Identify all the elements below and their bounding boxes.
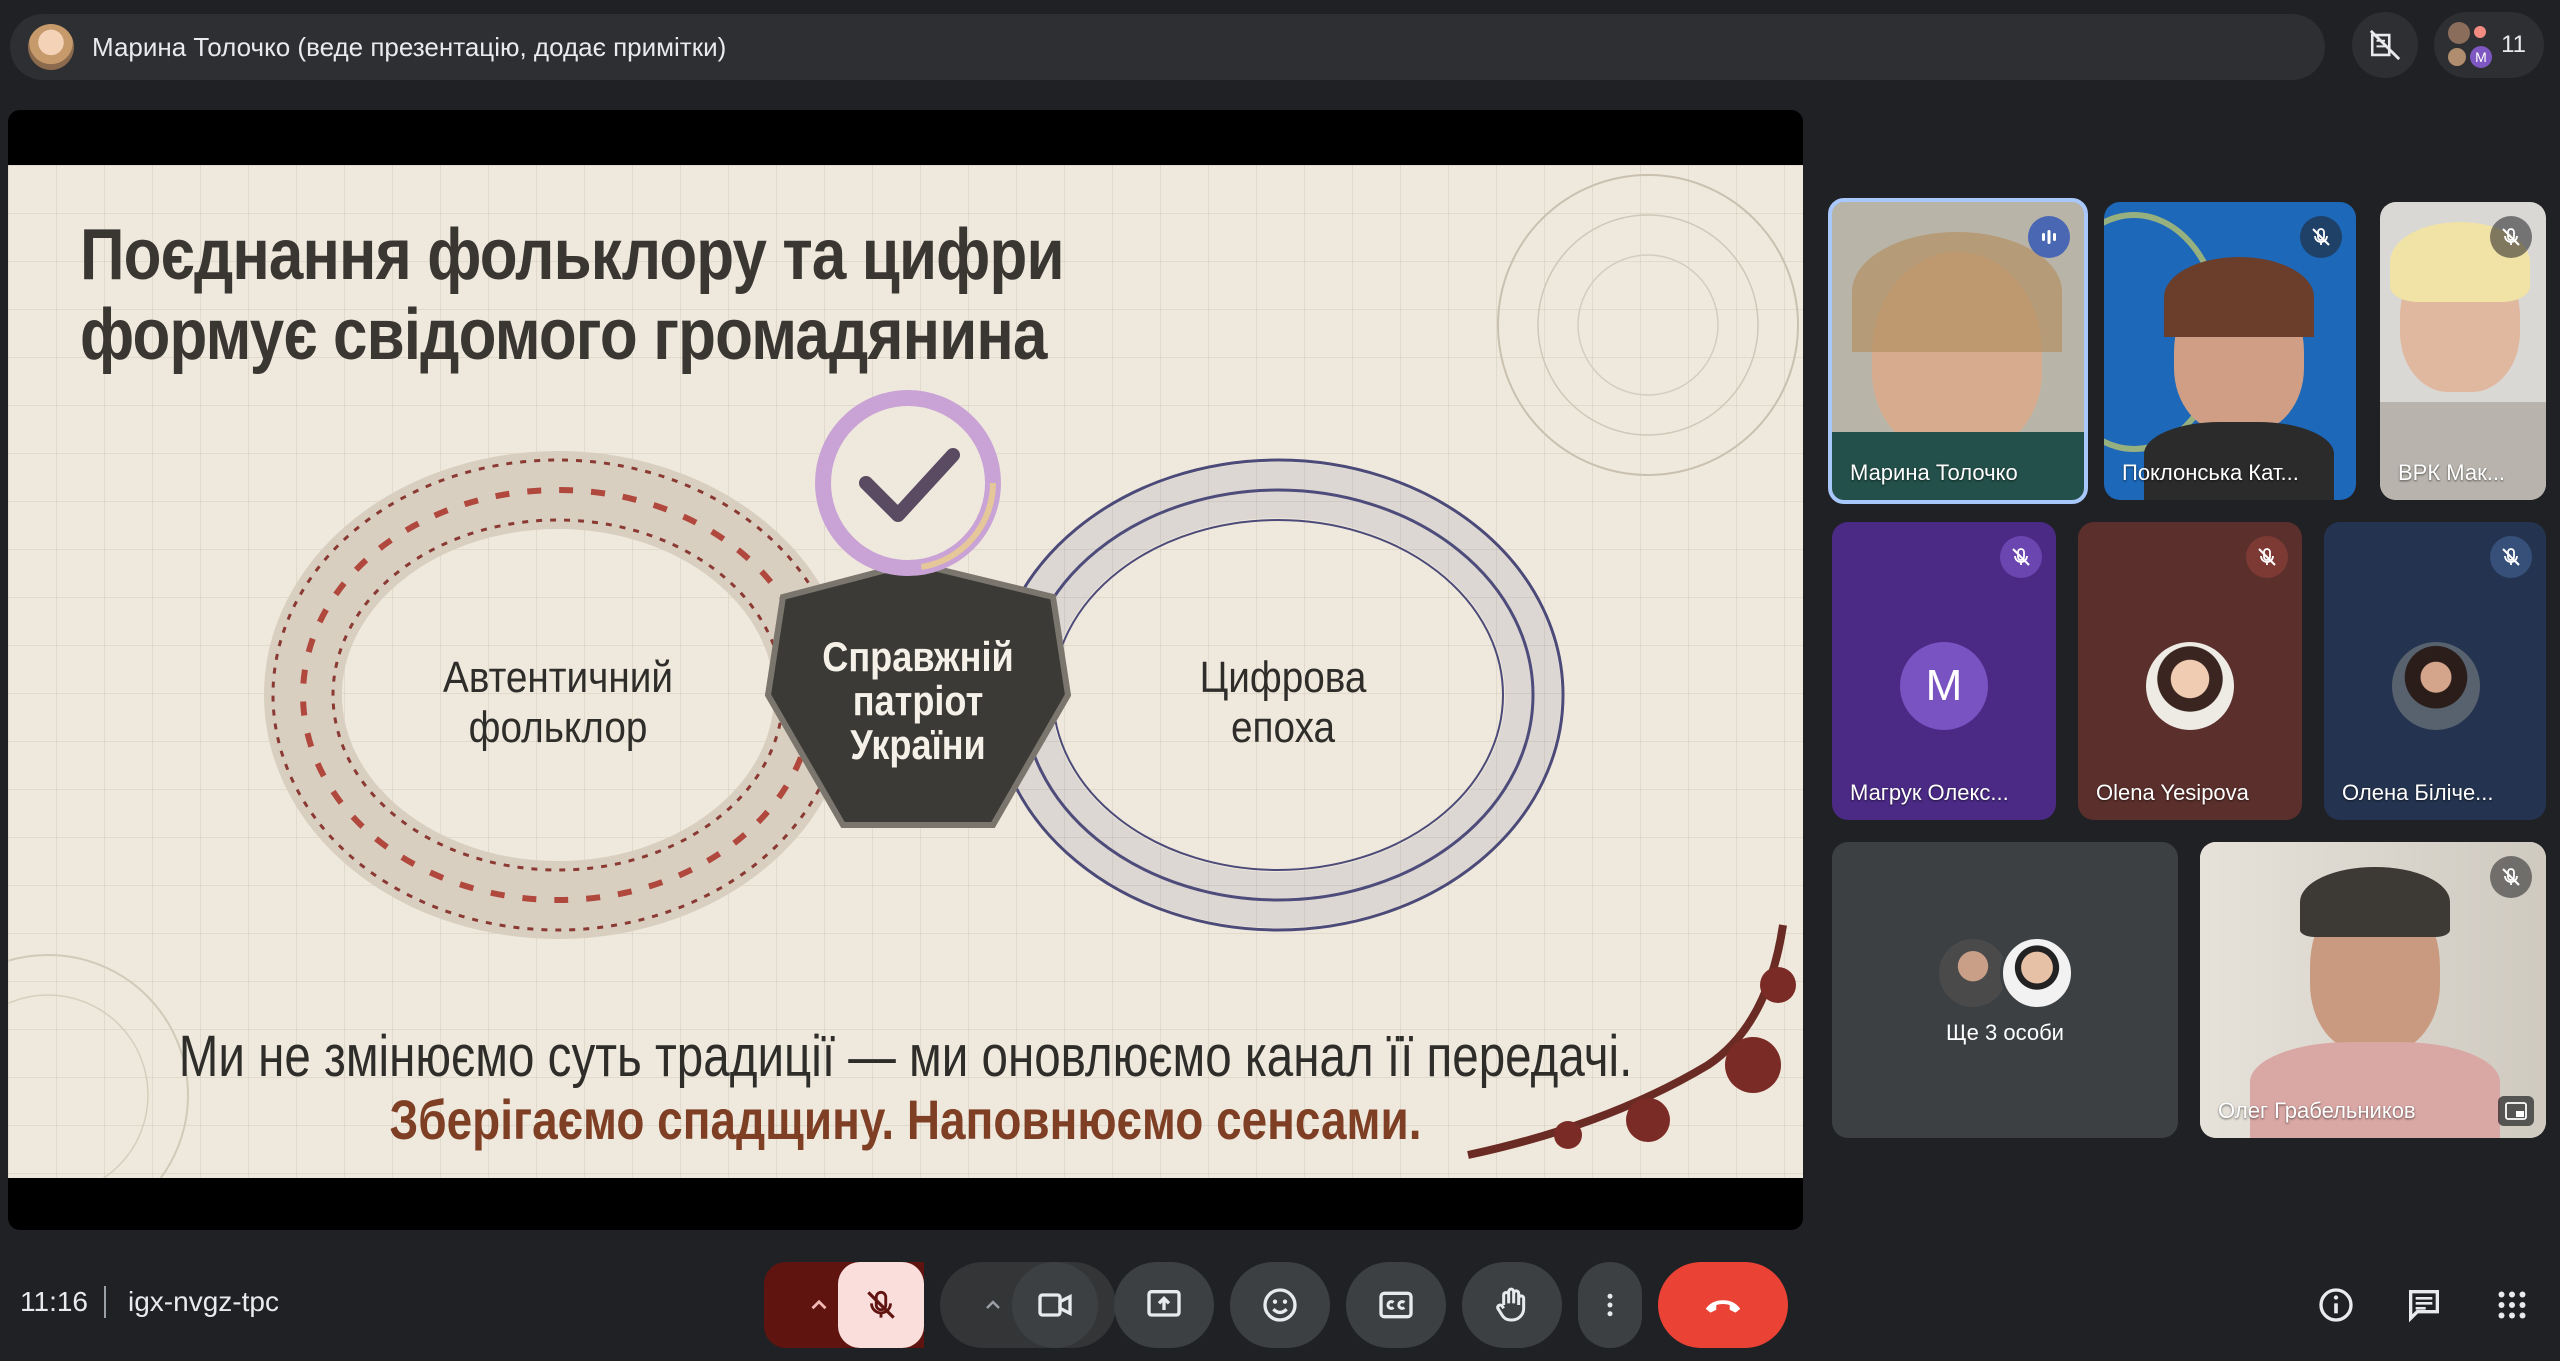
end-call-icon	[1705, 1300, 1741, 1313]
participant-name: Марина Толочко	[1850, 460, 2018, 485]
participant-tile[interactable]: M Магрук Олекс...	[1832, 522, 2056, 820]
present-button[interactable]	[1114, 1262, 1214, 1348]
chat-icon	[2409, 1290, 2439, 1323]
meeting-code: igx-nvgz-tpc	[128, 1286, 279, 1317]
participant-tile[interactable]: Olena Yesipova	[2078, 522, 2302, 820]
slide-subtitle-accent: Зберігаємо спадщину. Наповнюємо сенсами.	[389, 1088, 1422, 1151]
hide-self-view-button[interactable]	[2352, 12, 2418, 78]
others-label: Ще 3 особи	[1946, 1020, 2064, 1045]
participant-name: Олег Грабельников	[2218, 1098, 2416, 1123]
participant-initial-avatar: M	[1900, 642, 1988, 730]
participant-name: Olena Yesipova	[2096, 780, 2249, 805]
slide-left-label: Автентичний фольклор	[443, 653, 673, 752]
closed-captions-icon	[1379, 1291, 1413, 1319]
participant-avatar	[2392, 642, 2480, 730]
mic-off-icon	[2490, 216, 2532, 258]
presentation-stage: Поєднання фольклору та цифри формує свід…	[8, 110, 1803, 1230]
participants-button[interactable]: M 11	[2434, 12, 2544, 78]
speaking-indicator-icon	[2028, 216, 2070, 258]
leave-call-button[interactable]	[1658, 1262, 1788, 1348]
participant-tile[interactable]: ВРК Мак...	[2380, 202, 2546, 500]
apps-grid-icon	[2498, 1291, 2526, 1319]
participant-avatar	[2146, 642, 2234, 730]
slide-title: Поєднання фольклору та цифри формує свід…	[80, 215, 1065, 375]
participant-count: 11	[2501, 31, 2526, 58]
raise-hand-button[interactable]	[1462, 1262, 1562, 1348]
presenter-title: Марина Толочко (веде презентацію, додає …	[92, 31, 727, 62]
participant-mini-avatar	[2448, 22, 2470, 44]
mic-off-icon	[2246, 536, 2288, 578]
clock: 11:16	[20, 1286, 88, 1317]
emoji-icon	[1263, 1288, 1297, 1322]
mic-off-icon	[2000, 536, 2042, 578]
mic-off-icon	[2490, 856, 2532, 898]
camera-toggle-button[interactable]	[1012, 1262, 1098, 1348]
captions-button[interactable]	[1346, 1262, 1446, 1348]
more-vert-icon	[1607, 1293, 1613, 1317]
mic-off-icon	[2490, 536, 2532, 578]
present-screen-icon	[1147, 1290, 1181, 1317]
chat-button[interactable]	[2402, 1283, 2446, 1327]
others-tile[interactable]: Ще 3 особи	[1832, 842, 2178, 1138]
participant-name: Поклонська Кат...	[2122, 460, 2299, 485]
video-off-icon	[2369, 29, 2401, 61]
reactions-button[interactable]	[1230, 1262, 1330, 1348]
mic-toggle-button[interactable]	[838, 1262, 924, 1348]
participant-name: Магрук Олекс...	[1850, 780, 2009, 805]
participant-tile[interactable]: Олег Грабельников	[2200, 842, 2546, 1138]
participant-name: ВРК Мак...	[2398, 460, 2506, 485]
participant-tile[interactable]: Олена Біліче...	[2324, 522, 2546, 820]
slide-center-label: Справжній патріот України	[822, 633, 1014, 768]
presenter-bar: Марина Толочко (веде презентацію, додає …	[10, 14, 2325, 80]
meeting-details-button[interactable]	[2314, 1283, 2358, 1327]
camera-icon	[1038, 1293, 1072, 1317]
chevron-up-icon	[986, 1300, 1000, 1309]
presenter-avatar	[28, 24, 74, 70]
slide-right-label: Цифрова епоха	[1199, 653, 1367, 752]
activities-button[interactable]	[2490, 1283, 2534, 1327]
hand-indicator-icon	[2474, 26, 2486, 38]
presentation-slide: Поєднання фольклору та цифри формує свід…	[8, 165, 1803, 1178]
participant-tile[interactable]: Марина Толочко	[1828, 198, 2088, 504]
participant-avatar	[1936, 936, 2010, 1010]
chevron-up-icon	[811, 1299, 827, 1310]
participant-name: Олена Біліче...	[2342, 780, 2494, 805]
slide-subtitle: Ми не змінюємо суть традиції — ми оновлю…	[178, 1024, 1633, 1089]
participant-avatar	[2000, 936, 2074, 1010]
mic-off-icon	[2300, 216, 2342, 258]
participant-mini-avatar: M	[2470, 46, 2492, 68]
hand-icon	[1496, 1287, 1526, 1322]
mic-off-icon	[867, 1290, 895, 1319]
more-options-button[interactable]	[1578, 1262, 1642, 1348]
pip-icon[interactable]	[2498, 1096, 2534, 1126]
info-icon	[2319, 1288, 2353, 1322]
participant-mini-avatar	[2448, 48, 2466, 66]
participant-tile[interactable]: Поклонська Кат...	[2104, 202, 2356, 500]
